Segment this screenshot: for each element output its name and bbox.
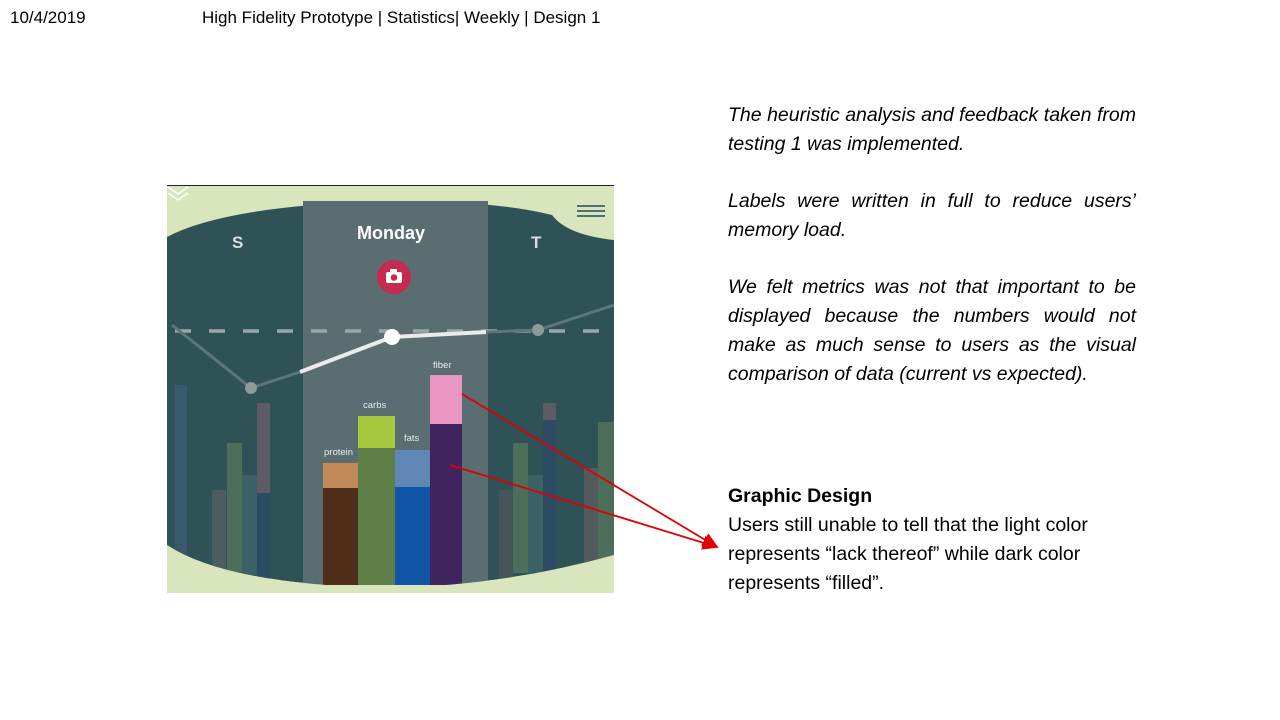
annotation-arrow-lack: [461, 393, 719, 548]
graphic-design-title: Graphic Design: [728, 485, 873, 507]
graphic-design-body: Users still unable to tell that the ligh…: [728, 514, 1088, 594]
graphic-design-note: Graphic Design Users still unable to tel…: [728, 482, 1148, 598]
design-notes: The heuristic analysis and feedback take…: [728, 101, 1136, 417]
note-labels: Labels were written in full to reduce us…: [728, 190, 1136, 241]
note-heuristic: The heuristic analysis and feedback take…: [728, 104, 1136, 155]
annotation-arrow-filled: [449, 464, 719, 550]
note-metrics: We felt metrics was not that important t…: [728, 276, 1136, 385]
